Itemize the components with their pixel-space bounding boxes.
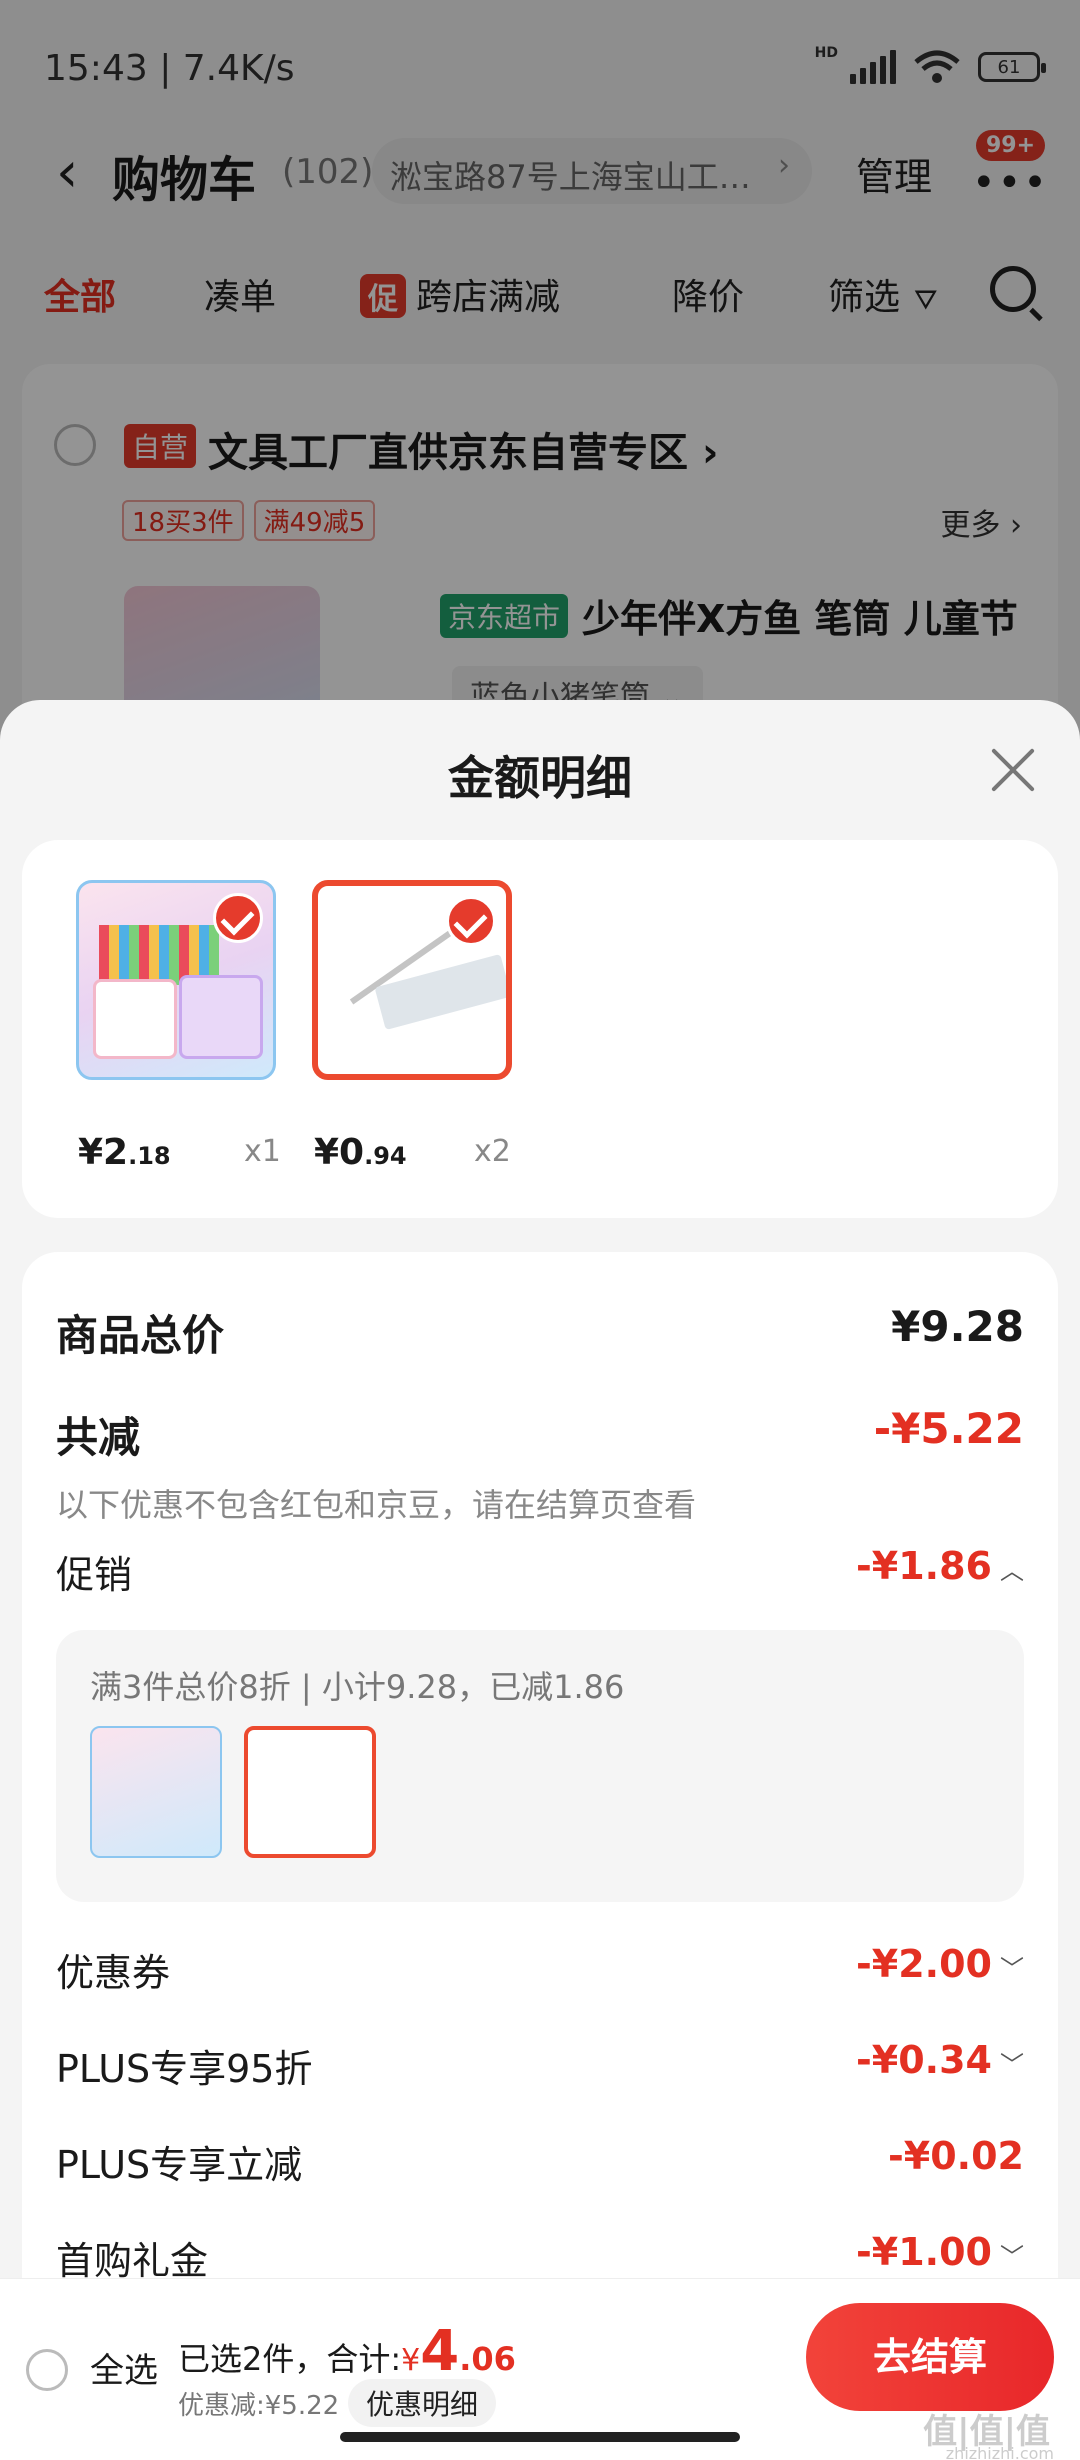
chevron-down-icon: ﹀ xyxy=(1000,2051,1024,2079)
selected-text: 已选2件，合计: xyxy=(178,2340,402,2378)
chevron-down-icon: ﹀ xyxy=(1000,1955,1024,1983)
coupon-value-text: -¥2.00 xyxy=(856,1942,992,1986)
price-dec: .94 xyxy=(364,1142,407,1170)
plus-reduce-label: PLUS专享立减 xyxy=(56,2143,303,2187)
selected-item[interactable] xyxy=(312,880,512,1080)
cart-page: 15:43 | 7.4K/s HD 61 ‹ 购物车 (102) 淞宝路87号上… xyxy=(0,0,1080,2460)
promo-detail-box: 满3件总价8折 | 小计9.28，已减1.86 xyxy=(56,1630,1024,1902)
currency-symbol: ¥ xyxy=(401,2343,421,2378)
promo-value-text: -¥1.86 xyxy=(856,1544,992,1588)
item-qty: x2 xyxy=(474,1134,511,1169)
item-qty: x1 xyxy=(244,1134,281,1169)
saved-amount: 优惠减:¥5.22 xyxy=(178,2391,340,2421)
plus95-label: PLUS专享95折 xyxy=(56,2047,313,2091)
chevron-up-icon: ︿ xyxy=(1000,1557,1024,1585)
chevron-down-icon: ﹀ xyxy=(1000,2243,1024,2271)
item-price: ¥2.18 xyxy=(78,1132,171,1173)
total-price-value: ¥9.28 xyxy=(891,1302,1024,1351)
selected-items-card: ¥2.18 x1 ¥0.94 x2 xyxy=(22,840,1058,1218)
checkout-button[interactable]: 去结算 xyxy=(806,2303,1054,2411)
total-price-label: 商品总价 xyxy=(56,1311,225,1360)
pen-holder-image xyxy=(93,979,177,1059)
selected-item[interactable] xyxy=(76,880,276,1080)
checked-icon xyxy=(213,893,263,943)
promo-item-thumbnail xyxy=(90,1726,222,1858)
promo-label: 促销 xyxy=(56,1553,133,1597)
home-indicator[interactable] xyxy=(340,2432,740,2442)
item-thumbnail xyxy=(76,880,276,1080)
plus-reduce-value: -¥0.02 xyxy=(888,2134,1024,2178)
total-reduce-label: 共减 xyxy=(56,1413,141,1462)
pen-holder-image xyxy=(179,975,263,1059)
reduce-note: 以下优惠不包含红包和京豆，请在结算页查看 xyxy=(56,1486,697,1524)
discount-detail-button[interactable]: 优惠明细 xyxy=(348,2379,497,2427)
promo-detail-text: 满3件总价8折 | 小计9.28，已减1.86 xyxy=(90,1668,625,1706)
promo-value: -¥1.86 ︿ xyxy=(856,1544,1024,1588)
coupon-value: -¥2.00 ﹀ xyxy=(856,1942,1024,1986)
promo-item-thumbnail xyxy=(244,1726,376,1858)
select-all-radio[interactable] xyxy=(26,2349,68,2391)
close-icon[interactable] xyxy=(988,746,1038,796)
ruler-image xyxy=(374,953,506,1031)
coupon-label: 优惠券 xyxy=(56,1951,171,1995)
item-price: ¥0.94 xyxy=(314,1132,407,1173)
amount-detail-sheet: 金额明细 ¥2.18 x1 ¥0.94 x2 商品总价 ¥9.28 共减 -¥5… xyxy=(0,700,1080,2460)
plus95-value-text: -¥0.34 xyxy=(856,2038,992,2082)
checked-icon xyxy=(446,896,496,946)
total-reduce-value: -¥5.22 xyxy=(873,1404,1024,1453)
select-all-label[interactable]: 全选 xyxy=(90,2343,158,2392)
first-buy-label: 首购礼金 xyxy=(56,2239,209,2283)
plus95-value: -¥0.34 ﹀ xyxy=(856,2038,1024,2082)
first-buy-value-text: -¥1.00 xyxy=(856,2230,992,2274)
total-int: 4 xyxy=(420,2319,460,2384)
price-dec: .18 xyxy=(128,1142,171,1170)
first-buy-value: -¥1.00 ﹀ xyxy=(856,2230,1024,2274)
sheet-title: 金额明细 xyxy=(448,751,632,805)
selected-summary: 已选2件，合计:¥4.06 xyxy=(178,2319,516,2384)
price-int: ¥2 xyxy=(78,1132,129,1173)
total-dec: .06 xyxy=(459,2340,516,2378)
watermark-url: zhizhizhi.com xyxy=(945,2444,1054,2460)
item-thumbnail xyxy=(312,880,512,1080)
price-int: ¥0 xyxy=(314,1132,365,1173)
